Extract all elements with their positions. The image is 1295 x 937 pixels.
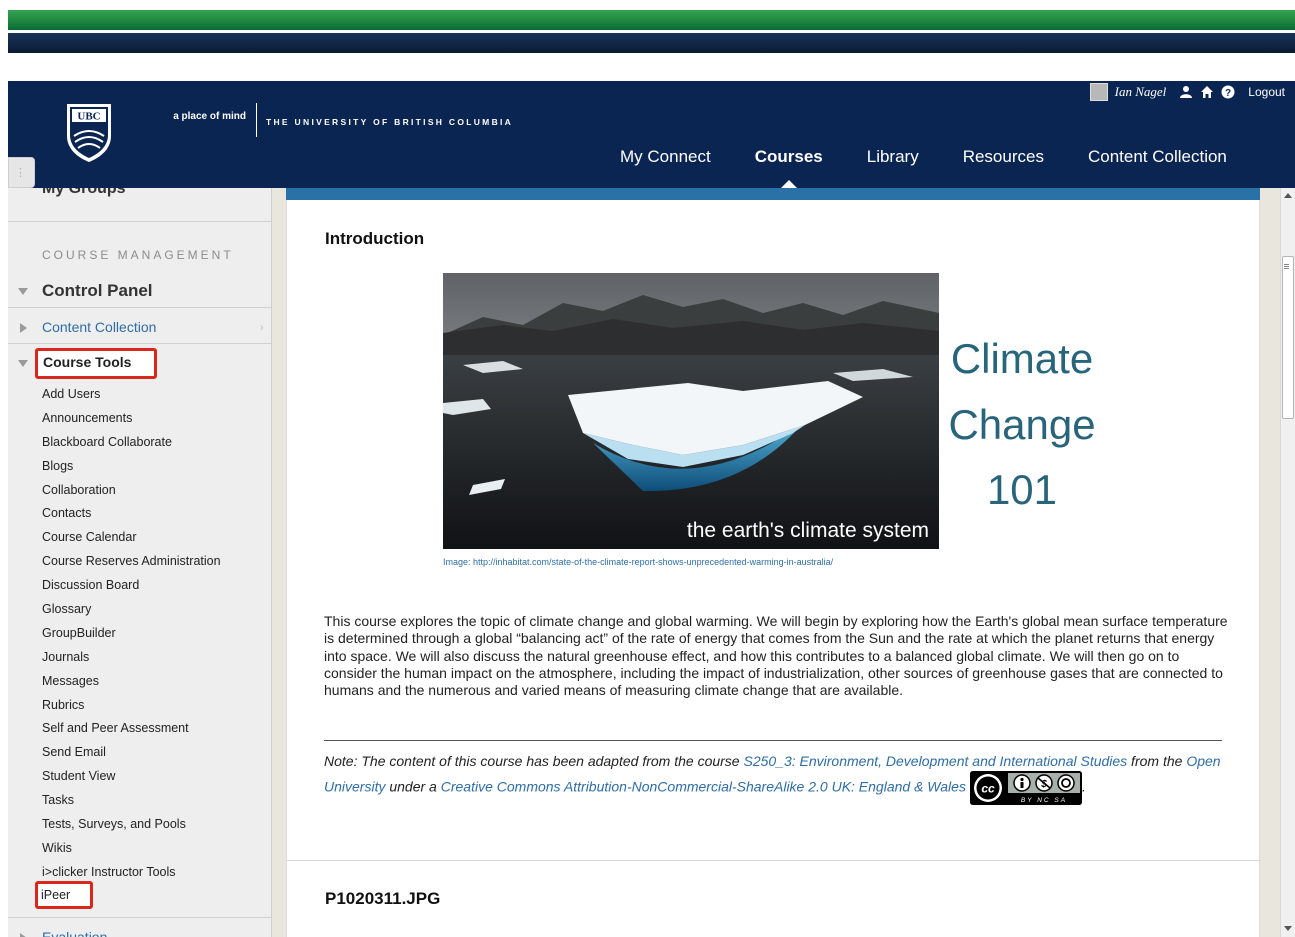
image-credit-link[interactable]: Image: http://inhabitat.com/state-of-the… <box>443 557 833 567</box>
course-title-line: 101 <box>986 466 1058 514</box>
course-management-heading: COURSE MANAGEMENT <box>42 248 234 262</box>
top-navigation: My Connect Courses Library Resources Con… <box>598 141 1249 192</box>
scrollbar-thumb[interactable] <box>1282 256 1294 419</box>
tool-blogs[interactable]: Blogs <box>42 455 221 479</box>
course-menu-sidebar: My Groups COURSE MANAGEMENT Control Pane… <box>8 188 272 937</box>
tool-add-users[interactable]: Add Users <box>42 383 221 407</box>
top-navy-band <box>8 33 1295 53</box>
tool-glossary[interactable]: Glossary <box>42 598 221 622</box>
site-header: UBC a place of mind THE UNIVERSITY OF BR… <box>8 81 1295 192</box>
home-icon[interactable] <box>1200 85 1214 99</box>
expand-arrow-icon[interactable] <box>20 933 27 937</box>
tab-my-connect[interactable]: My Connect <box>598 147 733 167</box>
user-icon[interactable] <box>1179 85 1193 99</box>
university-name: THE UNIVERSITY OF BRITISH COLUMBIA <box>266 117 514 127</box>
tool-course-calendar[interactable]: Course Calendar <box>42 526 221 550</box>
course-description: This course explores the topic of climat… <box>324 613 1228 699</box>
avatar[interactable] <box>1089 83 1108 101</box>
logo-divider <box>256 103 257 137</box>
tool-send-email[interactable]: Send Email <box>42 741 221 765</box>
sidebar-toggle-handle[interactable]: ⋮ <box>8 157 35 188</box>
sidebar-item-course-tools[interactable]: Course Tools <box>43 354 131 370</box>
tool-course-reserves-administration[interactable]: Course Reserves Administration <box>42 550 221 574</box>
course-title-graphic: Climate Change 101 <box>937 326 1107 523</box>
divider <box>324 740 1222 741</box>
tool-wikis[interactable]: Wikis <box>42 837 221 861</box>
user-area: Ian Nagel ? Logout <box>1089 81 1285 103</box>
tool-groupbuilder[interactable]: GroupBuilder <box>42 622 221 646</box>
divider <box>8 917 271 918</box>
help-icon[interactable]: ? <box>1221 85 1235 99</box>
section-separator <box>287 860 1261 861</box>
scrollbar-grip-icon <box>1284 264 1289 265</box>
collapse-arrow-icon[interactable] <box>18 360 28 367</box>
climate-hero-image: the earth's climate system <box>443 273 939 549</box>
course-tools-list: Add Users Announcements Blackboard Colla… <box>42 383 221 885</box>
divider <box>8 307 271 308</box>
svg-text:cc: cc <box>981 782 995 796</box>
svg-text:?: ? <box>1225 88 1231 99</box>
tool-blackboard-collaborate[interactable]: Blackboard Collaborate <box>42 431 221 455</box>
sidebar-item-evaluation[interactable]: Evaluation <box>42 929 107 937</box>
chevron-right-icon: › <box>260 322 264 334</box>
tab-courses-label: Courses <box>754 147 823 166</box>
user-name[interactable]: Ian Nagel <box>1115 84 1167 100</box>
scroll-up-icon[interactable] <box>1284 193 1292 198</box>
ubc-logo-icon[interactable]: UBC <box>63 102 115 164</box>
tool-contacts[interactable]: Contacts <box>42 502 221 526</box>
sidebar-item-my-groups[interactable]: My Groups <box>42 188 126 198</box>
license-link[interactable]: Creative Commons Attribution-NonCommerci… <box>441 779 966 795</box>
tool-tasks[interactable]: Tasks <box>42 789 221 813</box>
course-title-line: Change <box>948 400 1096 448</box>
introduction-title: Introduction <box>325 229 425 248</box>
logout-link[interactable]: Logout <box>1248 85 1285 99</box>
tool-ipeer[interactable]: iPeer <box>41 888 70 902</box>
tool-tests-surveys-pools[interactable]: Tests, Surveys, and Pools <box>42 813 221 837</box>
scroll-down-icon[interactable] <box>1284 926 1292 931</box>
tool-announcements[interactable]: Announcements <box>42 407 221 431</box>
collapse-arrow-icon[interactable] <box>18 288 28 295</box>
tool-messages[interactable]: Messages <box>42 670 221 694</box>
cc-badge-icon: cc $ BY NC SA <box>969 771 1082 805</box>
vertical-scrollbar[interactable] <box>1280 188 1295 937</box>
attribution-note: Note: The content of this course has bee… <box>324 751 1224 805</box>
content-panel: Introduction the earth's climate system … <box>286 200 1261 937</box>
tab-library[interactable]: Library <box>845 147 941 167</box>
svg-text:UBC: UBC <box>77 111 100 123</box>
divider <box>8 221 271 222</box>
tool-collaboration[interactable]: Collaboration <box>42 479 221 503</box>
tagline: a place of mind <box>173 111 246 122</box>
tool-self-and-peer-assessment[interactable]: Self and Peer Assessment <box>42 717 221 741</box>
svg-text:BY NC SA: BY NC SA <box>1021 797 1067 804</box>
grip-icon: ⋮ <box>15 167 26 179</box>
tab-courses[interactable]: Courses <box>733 147 845 192</box>
note-text: . <box>1081 778 1086 795</box>
expand-arrow-icon[interactable] <box>20 323 27 333</box>
note-text: from the <box>1127 753 1187 769</box>
image-caption: the earth's climate system <box>686 519 929 542</box>
note-text: Note: The content of this course has bee… <box>324 753 744 769</box>
content-top-bar <box>286 188 1260 200</box>
file-item-title[interactable]: P1020311.JPG <box>325 889 440 909</box>
tool-discussion-board[interactable]: Discussion Board <box>42 574 221 598</box>
tool-journals[interactable]: Journals <box>42 646 221 670</box>
iceberg-image <box>443 273 939 549</box>
divider <box>8 343 271 344</box>
top-green-band <box>8 10 1295 30</box>
course-title-line: Climate <box>950 335 1094 382</box>
note-text: under a <box>385 778 441 795</box>
control-panel-heading[interactable]: Control Panel <box>42 281 153 301</box>
tool-student-view[interactable]: Student View <box>42 765 221 789</box>
course-source-link[interactable]: S250_3: Environment, Development and Int… <box>743 753 1127 769</box>
cc-license-badge[interactable]: cc $ BY NC SA <box>969 771 1082 805</box>
tab-resources[interactable]: Resources <box>941 147 1066 167</box>
tool-rubrics[interactable]: Rubrics <box>42 694 221 718</box>
sidebar-item-content-collection[interactable]: Content Collection <box>42 319 156 335</box>
tab-content-collection[interactable]: Content Collection <box>1066 147 1249 167</box>
